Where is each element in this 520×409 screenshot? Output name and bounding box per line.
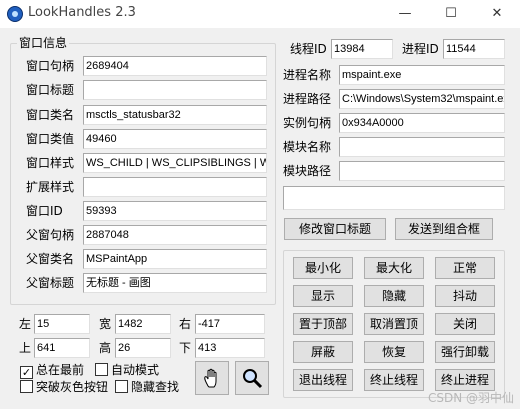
window-style-field[interactable]: WS_CHILD | WS_CLIPSIBLINGS | WS_VISIBLE — [83, 153, 267, 173]
top-field[interactable]: 641 — [34, 338, 90, 358]
window-class-value-field[interactable]: 49460 — [83, 129, 267, 149]
process-path-label: 进程路径 — [283, 92, 332, 106]
ext-style-field[interactable] — [83, 177, 267, 197]
client-area: 窗口信息 窗口句柄 2689404 窗口标题 窗口类名 msctls_statu… — [0, 28, 520, 409]
parent-handle-label: 父窗句柄 — [26, 228, 75, 242]
right-field[interactable]: -417 — [195, 314, 265, 334]
send-to-combo-button[interactable]: 发送到组合框 — [395, 218, 493, 240]
close-button[interactable]: ✕ — [474, 0, 520, 28]
parent-class-label: 父窗类名 — [26, 252, 75, 266]
magnifier-icon — [243, 369, 263, 389]
finder-tool-button[interactable] — [195, 361, 229, 395]
close-window-button[interactable]: 关闭 — [435, 313, 495, 335]
break-gray-checkbox[interactable]: 突破灰色按钮 — [20, 380, 108, 394]
title-bar: LookHandles 2.3 — ☐ ✕ — [0, 0, 520, 28]
disable-window-button[interactable]: 屏蔽 — [293, 341, 353, 363]
bottom-field[interactable]: 413 — [195, 338, 265, 358]
window-class-field[interactable]: msctls_statusbar32 — [83, 105, 267, 125]
top-label: 上 — [19, 341, 32, 355]
right-label: 右 — [179, 317, 192, 331]
force-unload-button[interactable]: 强行卸载 — [435, 341, 495, 363]
modify-title-button[interactable]: 修改窗口标题 — [284, 218, 386, 240]
normal-window-button[interactable]: 正常 — [435, 257, 495, 279]
break-gray-check[interactable] — [20, 380, 33, 393]
hidden-search-checkbox[interactable]: 隐藏查找 — [115, 380, 179, 394]
minimize-window-button[interactable]: 最小化 — [293, 257, 353, 279]
restore-window-button[interactable]: 恢复 — [364, 341, 424, 363]
width-field[interactable]: 1482 — [115, 314, 171, 334]
instance-handle-label: 实例句柄 — [283, 116, 332, 130]
height-field[interactable]: 26 — [115, 338, 171, 358]
bottom-label: 下 — [179, 341, 192, 355]
window-title-label: 窗口标题 — [26, 83, 75, 97]
left-field[interactable]: 15 — [34, 314, 90, 334]
minimize-button[interactable]: — — [382, 0, 428, 28]
thread-id-field[interactable]: 13984 — [331, 39, 393, 59]
break-gray-label: 突破灰色按钮 — [36, 380, 109, 394]
module-path-label: 模块路径 — [283, 164, 332, 178]
hidden-search-label: 隐藏查找 — [131, 380, 180, 394]
terminate-process-button[interactable]: 终止进程 — [435, 369, 495, 391]
parent-class-field[interactable]: MSPaintApp — [83, 249, 267, 269]
left-label: 左 — [19, 317, 32, 331]
window-id-label: 窗口ID — [26, 204, 63, 218]
window-id-field[interactable]: 59393 — [83, 201, 267, 221]
exit-thread-button[interactable]: 退出线程 — [293, 369, 353, 391]
maximize-button[interactable]: ☐ — [428, 0, 474, 28]
watermark: CSDN @羽中仙 — [427, 391, 514, 405]
process-name-label: 进程名称 — [283, 68, 332, 82]
window-title: LookHandles 2.3 — [28, 5, 136, 20]
always-on-top-check[interactable]: ✓ — [20, 366, 33, 379]
auto-mode-check[interactable] — [95, 363, 108, 376]
extra-text-field[interactable] — [283, 186, 505, 210]
process-path-field[interactable]: C:\Windows\System32\mspaint.exe — [339, 89, 505, 109]
thread-id-label: 线程ID — [290, 42, 327, 56]
app-icon — [7, 6, 23, 22]
parent-title-label: 父窗标题 — [26, 276, 75, 290]
parent-title-field[interactable]: 无标题 - 画图 — [83, 273, 267, 293]
shake-window-button[interactable]: 抖动 — [435, 285, 495, 307]
window-class-value-label: 窗口类值 — [26, 132, 75, 146]
auto-mode-label: 自动模式 — [111, 363, 160, 377]
terminate-thread-button[interactable]: 终止线程 — [364, 369, 424, 391]
parent-handle-field[interactable]: 2887048 — [83, 225, 267, 245]
instance-handle-field[interactable]: 0x934A0000 — [339, 113, 505, 133]
always-on-top-checkbox[interactable]: ✓ 总在最前 — [20, 363, 84, 379]
module-name-field[interactable] — [339, 137, 505, 157]
width-label: 宽 — [99, 317, 112, 331]
maximize-window-button[interactable]: 最大化 — [364, 257, 424, 279]
module-name-label: 模块名称 — [283, 140, 332, 154]
hand-icon — [204, 368, 217, 388]
window-handle-field[interactable]: 2689404 — [83, 56, 267, 76]
process-id-label: 进程ID — [402, 42, 439, 56]
cancel-topmost-button[interactable]: 取消置顶 — [364, 313, 424, 335]
always-on-top-label: 总在最前 — [36, 363, 85, 377]
window-handle-label: 窗口句柄 — [26, 59, 75, 73]
module-path-field[interactable] — [339, 161, 505, 181]
window-style-label: 窗口样式 — [26, 156, 75, 170]
hide-window-button[interactable]: 隐藏 — [364, 285, 424, 307]
window-class-label: 窗口类名 — [26, 108, 75, 122]
auto-mode-checkbox[interactable]: 自动模式 — [95, 363, 159, 377]
process-id-field[interactable]: 11544 — [443, 39, 505, 59]
window-info-legend: 窗口信息 — [17, 36, 70, 50]
hidden-search-check[interactable] — [115, 380, 128, 393]
height-label: 高 — [99, 341, 112, 355]
process-name-field[interactable]: mspaint.exe — [339, 65, 505, 85]
window-title-field[interactable] — [83, 80, 267, 100]
set-topmost-button[interactable]: 置于顶部 — [293, 313, 353, 335]
ext-style-label: 扩展样式 — [26, 180, 75, 194]
search-tool-button[interactable] — [235, 361, 269, 395]
show-window-button[interactable]: 显示 — [293, 285, 353, 307]
